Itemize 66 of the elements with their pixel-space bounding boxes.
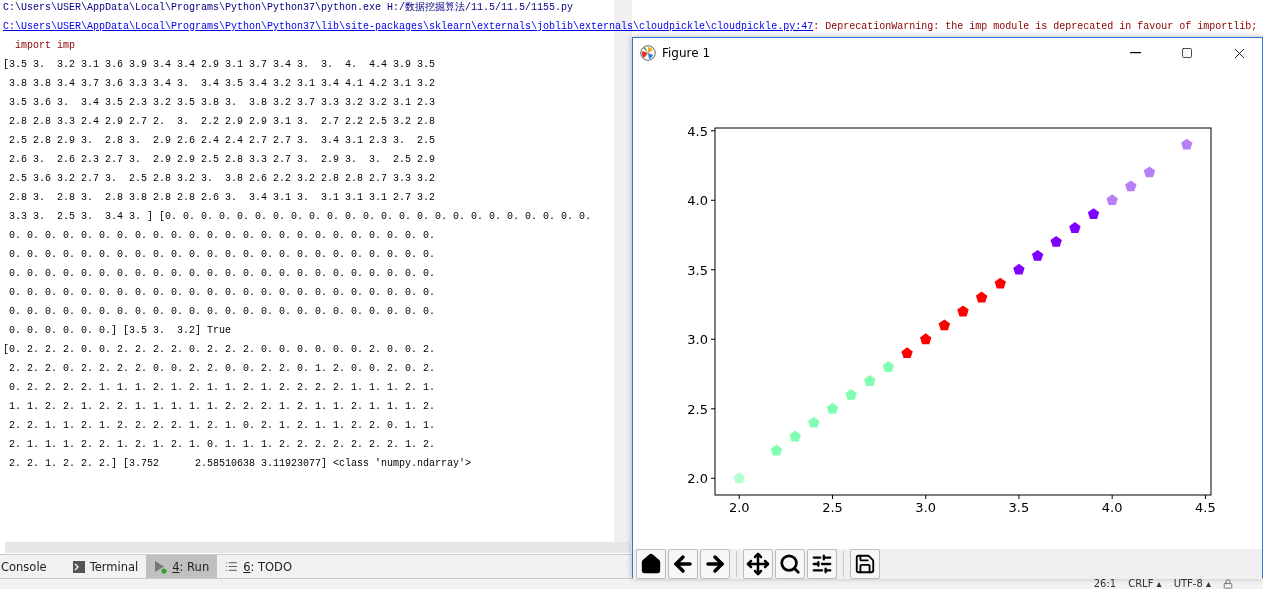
- output-line: 1. 1. 2. 2. 1. 2. 2. 1. 1. 1. 1. 1. 2. 2. 2. 1. 2. 1. 1. 2. 1. 1. 1. 2.: [8, 400, 436, 414]
- maximize-icon: [1181, 47, 1193, 59]
- zoom-button[interactable]: [775, 549, 805, 579]
- output-line: 3.8 3.8 3.4 3.7 3.6 3.3 3.4 3. 3.4 3.5 3.4 3.2 3.1 3.4 4.1 4.2 3.1 3.2: [8, 77, 436, 91]
- output-line: 2.5 2.8 2.9 3. 2.8 3. 2.9 2.6 2.4 2.4 2.7 2.7 3. 3.4 3.1 2.3 3. 2.5: [8, 134, 436, 148]
- output-line: 3.3 3. 2.5 3. 3.4 3. ] [0. 0. 0. 0. 0. 0. 0. 0. 0. 0. 0. 0. 0. 0. 0. 0. 0. 0. 0. 0. 0. 0. 0. 0.: [8, 210, 592, 224]
- status-item[interactable]: CRLF ▴: [1128, 579, 1162, 589]
- warning-text: : DeprecationWarning: the imp module is deprecated in favour of importlib;: [813, 21, 1258, 32]
- x-tick-label: 3.0: [915, 500, 937, 515]
- y-tick-label: 2.5: [687, 401, 708, 417]
- output-line: 3.5 3.6 3. 3.4 3.5 2.3 3.2 3.5 3.8 3. 3.8 3.2 3.7 3.3 3.2 3.2 3.1 2.3: [8, 96, 436, 110]
- file-link[interactable]: C:\Users\USER\AppData\Local\Programs\Python\Python37\lib\site-packages\sklearn\externals\joblib\externals\cloudpickle\cloudpickle.py:47: [3, 21, 814, 32]
- tool-tab[interactable]: 6: TODO: [217, 555, 301, 578]
- settings-button[interactable]: [807, 549, 837, 579]
- pan-button[interactable]: [743, 549, 773, 579]
- forward-button[interactable]: [700, 549, 730, 579]
- minimize-icon: [1129, 52, 1141, 54]
- y-tick-label: 3.5: [687, 262, 708, 278]
- output-line: 2.6 3. 2.6 2.3 2.7 3. 2.9 2.9 2.5 2.8 3.3 2.7 3. 2.9 3. 3. 2.5 2.9: [8, 153, 436, 167]
- tool-tab[interactable]: Terminal: [64, 555, 147, 578]
- error-text: import imp: [14, 39, 75, 53]
- move-arrows-icon: [746, 552, 770, 576]
- lock-icon[interactable]: [1223, 579, 1233, 589]
- arrow-right-icon: [703, 552, 727, 576]
- y-tick-label: 4.0: [687, 193, 708, 209]
- output-line: 0. 2. 2. 2. 2. 1. 1. 1. 2. 1. 2. 1. 1. 2. 1. 2. 2. 2. 2. 1. 1. 1. 2. 1.: [8, 381, 436, 395]
- horizontal-scrollbar[interactable]: [5, 542, 631, 554]
- figure-logo-icon: [640, 45, 656, 61]
- output-line: 0. 0. 0. 0. 0. 0. 0. 0. 0. 0. 0. 0. 0. 0. 0. 0. 0. 0. 0. 0. 0. 0. 0. 0.: [8, 267, 436, 281]
- list-icon: [225, 560, 239, 573]
- window-title: Figure 1: [662, 46, 712, 60]
- sliders-icon: [811, 553, 833, 575]
- output-line: 0. 0. 0. 0. 0. 0. 0. 0. 0. 0. 0. 0. 0. 0. 0. 0. 0. 0. 0. 0. 0. 0. 0. 0.: [8, 248, 436, 262]
- search-icon: [779, 553, 801, 575]
- terminal-icon: [72, 560, 85, 573]
- save-button[interactable]: [850, 549, 880, 579]
- play-icon: [154, 559, 168, 574]
- back-button[interactable]: [668, 549, 698, 579]
- output-line: 0. 0. 0. 0. 0. 0. 0. 0. 0. 0. 0. 0. 0. 0. 0. 0. 0. 0. 0. 0. 0. 0. 0. 0.: [8, 229, 436, 243]
- output-line: 0. 0. 0. 0. 0. 0. 0. 0. 0. 0. 0. 0. 0. 0. 0. 0. 0. 0. 0. 0. 0. 0. 0. 0.: [8, 286, 436, 300]
- x-tick-label: 4.0: [1101, 500, 1123, 515]
- output-line: 2.5 3.6 3.2 2.7 3. 2.5 2.8 3.2 3. 3.8 2.6 2.2 3.2 2.8 2.8 2.7 3.3 3.2: [8, 172, 436, 186]
- x-tick-label: 2.5: [822, 500, 843, 515]
- command-line: C:\Users\USER\AppData\Local\Programs\Python\Python37\python.exe H:/数据挖掘算法/11.5/11.5/1155.py: [2, 1, 574, 15]
- y-tick-label: 4.5: [687, 123, 708, 139]
- output-line: 2.8 2.8 3.3 2.4 2.9 2.7 2. 3. 2.2 2.9 2.9 3.1 3. 2.7 2.2 2.5 3.2 2.8: [8, 115, 436, 129]
- output-line: 2. 2. 1. 2. 2. 2.] [3.752 2.58510638 3.11923077] <class 'numpy.ndarray'>: [8, 457, 472, 471]
- output-line: 0. 0. 0. 0. 0. 0. 0. 0. 0. 0. 0. 0. 0. 0. 0. 0. 0. 0. 0. 0. 0. 0. 0. 0.: [8, 305, 436, 319]
- tool-tab[interactable]: Console: [0, 555, 55, 578]
- y-tick-label: 3.0: [687, 332, 708, 348]
- output-line: 2. 1. 1. 1. 2. 2. 1. 2. 1. 2. 1. 0. 1. 1. 1. 2. 2. 2. 2. 2. 2. 2. 1. 2.: [8, 438, 436, 452]
- tool-tab[interactable]: 4: Run: [146, 555, 218, 578]
- x-tick-label: 2.0: [728, 500, 750, 515]
- output-line: 0. 0. 0. 0. 0. 0.] [3.5 3. 3.2] True: [8, 324, 232, 338]
- x-tick-label: 3.5: [1008, 500, 1030, 515]
- output-line: 2. 2. 2. 0. 2. 2. 2. 2. 0. 0. 2. 2. 0. 0. 2. 2. 0. 1. 2. 0. 0. 2. 0. 2.: [8, 362, 436, 376]
- output-line: 2. 2. 1. 1. 2. 1. 2. 2. 2. 2. 1. 2. 1. 0. 2. 1. 2. 1. 1. 2. 2. 0. 1. 1.: [8, 419, 436, 433]
- x-tick-label: 4.5: [1195, 500, 1216, 515]
- output-line: [0. 2. 2. 2. 0. 0. 2. 2. 2. 2. 0. 2. 2. 2. 0. 0. 0. 0. 0. 0. 2. 0. 0. 2.: [2, 343, 436, 357]
- status-item[interactable]: UTF-8 ▴: [1173, 579, 1211, 589]
- output-line: 2.8 3. 2.8 3. 2.8 3.8 2.8 2.8 2.6 3. 3.4 3.1 3. 3.1 3.1 3.1 2.7 3.2: [8, 191, 436, 205]
- home-icon: [640, 553, 662, 575]
- status-item[interactable]: 26:1: [1093, 579, 1117, 589]
- y-tick-label: 2.0: [687, 471, 708, 487]
- output-line: [3.5 3. 3.2 3.1 3.6 3.9 3.4 3.4 2.9 3.1 3.7 3.4 3. 3. 4. 4.4 3.9 3.5: [2, 58, 436, 72]
- home-button[interactable]: [636, 549, 666, 579]
